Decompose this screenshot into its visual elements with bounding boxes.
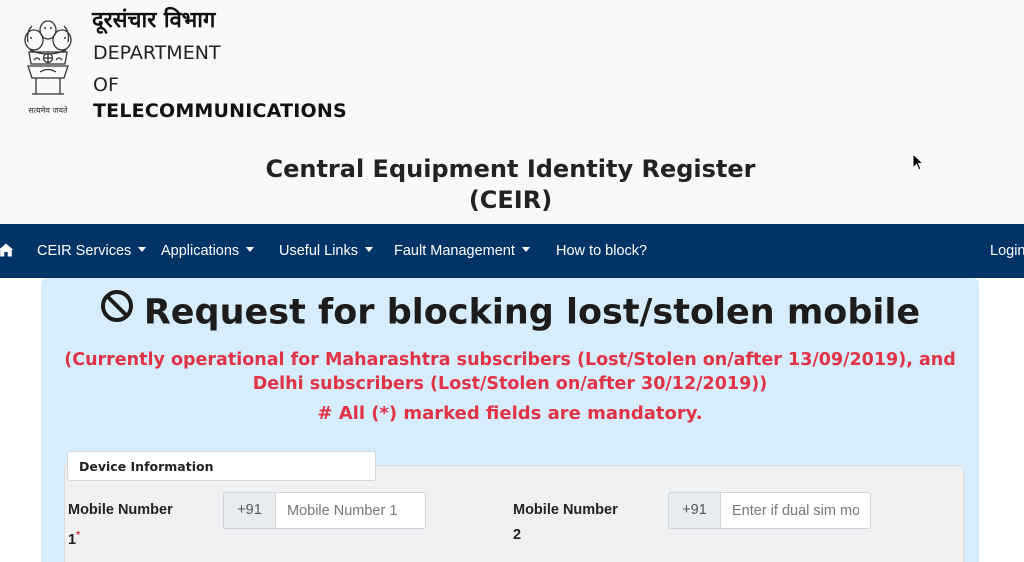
- nav-how-to-block-label: How to block?: [556, 243, 648, 259]
- site-title-line-2: (CEIR): [468, 186, 553, 214]
- country-code-prefix: +91: [223, 492, 275, 529]
- mobile-number-2-label-line-2: 2: [513, 527, 522, 543]
- page-title-text: Request for blocking lost/stolen mobile: [143, 292, 921, 333]
- site-title: Central Equipment Identity Register (CEI…: [0, 154, 1021, 216]
- site-title-line-1: Central Equipment Identity Register: [265, 155, 756, 183]
- caret-down-icon: [521, 246, 530, 252]
- nav-ceir-services[interactable]: CEIR Services: [37, 224, 147, 278]
- mobile-number-1-input[interactable]: [275, 492, 426, 529]
- notice-line-1: (Currently operational for Maharashtra s…: [64, 350, 956, 370]
- emblem-motto: सत्यमेव जयते: [28, 106, 68, 115]
- ban-icon: [100, 289, 134, 332]
- national-emblem-logo: सत्यमेव जयते: [18, 16, 78, 120]
- required-asterisk: *: [76, 530, 80, 541]
- nav-applications[interactable]: Applications: [161, 224, 255, 278]
- site-header: सत्यमेव जयते दूरसंचार विभाग DEPARTMENT O…: [0, 0, 1024, 224]
- nav-how-to-block[interactable]: How to block?: [556, 224, 647, 278]
- device-information-tab: Device Information: [67, 451, 376, 481]
- mobile-number-2-input[interactable]: [720, 492, 871, 529]
- caret-down-icon: [246, 246, 255, 252]
- mouse-cursor-icon: [912, 152, 925, 175]
- org-name-hindi: दूरसंचार विभाग: [92, 8, 216, 33]
- country-code-prefix: +91: [668, 492, 720, 529]
- page-title: Request for blocking lost/stolen mobile: [41, 289, 979, 335]
- caret-down-icon: [364, 246, 373, 252]
- main-navbar: CEIR Services Applications Useful Links …: [0, 224, 1024, 278]
- mobile-number-1-label: Mobile Number 1*: [68, 498, 173, 553]
- nav-login[interactable]: Login: [990, 224, 1024, 278]
- nav-applications-label: Applications: [161, 243, 240, 259]
- mobile-number-1-label-line-2: 1: [68, 531, 77, 548]
- caret-down-icon: [138, 246, 147, 252]
- mandatory-fields-note: # All (*) marked fields are mandatory.: [317, 403, 703, 424]
- org-name-line-2: OF: [93, 74, 119, 96]
- nav-fault-management[interactable]: Fault Management: [394, 224, 530, 278]
- notice-line-2: Delhi subscribers (Lost/Stolen on/after …: [252, 374, 768, 394]
- operational-notice: (Currently operational for Maharashtra s…: [41, 348, 979, 396]
- nav-ceir-services-label: CEIR Services: [37, 243, 132, 259]
- org-name-line-1: DEPARTMENT: [93, 42, 221, 64]
- home-icon[interactable]: [0, 242, 14, 258]
- mobile-number-2-label: Mobile Number 2: [513, 498, 618, 548]
- mobile-number-1-label-line-1: Mobile Number: [68, 502, 173, 518]
- org-name-line-3: TELECOMMUNICATIONS: [93, 100, 347, 122]
- nav-fault-management-label: Fault Management: [394, 243, 515, 259]
- mobile-number-2-group: +91: [668, 492, 871, 529]
- mobile-number-2-label-line-1: Mobile Number: [513, 502, 618, 518]
- nav-useful-links-label: Useful Links: [279, 243, 358, 259]
- nav-useful-links[interactable]: Useful Links: [279, 224, 373, 278]
- mobile-number-1-group: +91: [223, 492, 426, 529]
- emblem-graphic: [24, 20, 72, 95]
